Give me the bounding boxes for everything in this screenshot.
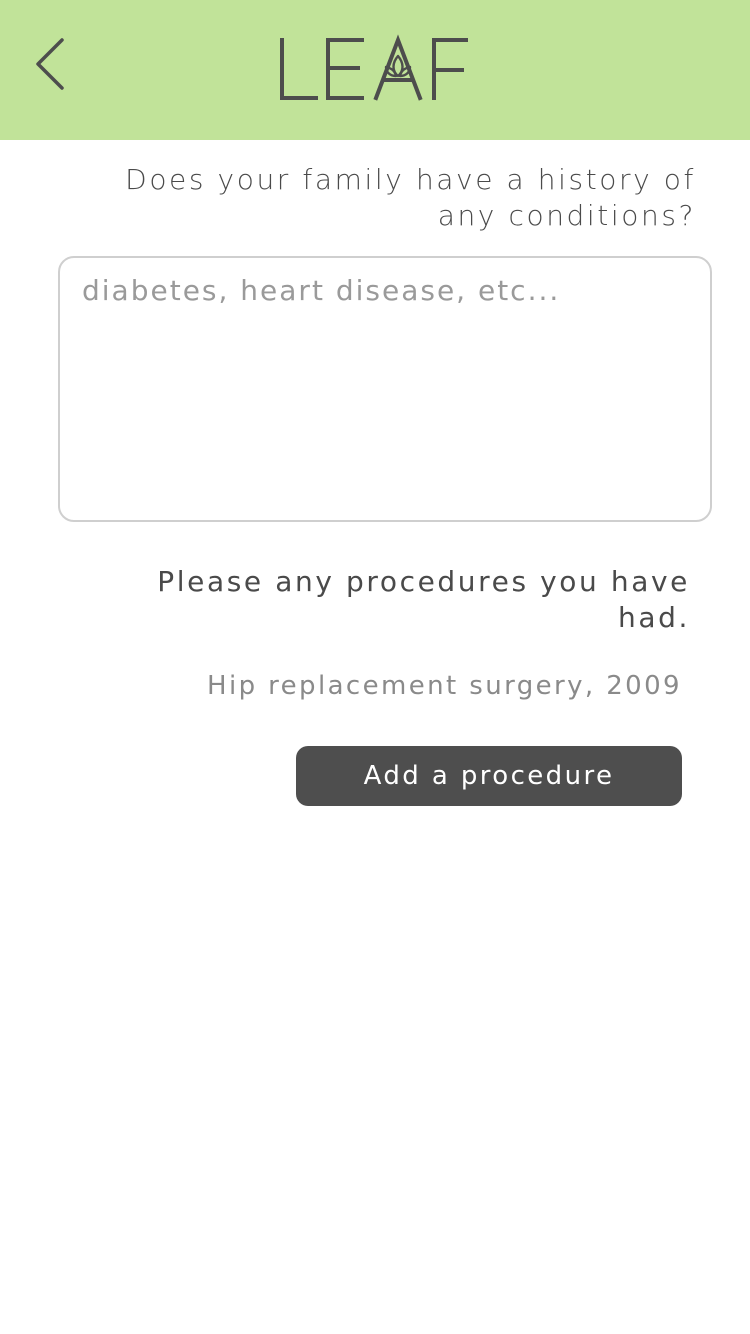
leaf-logo-wordmark [280, 34, 468, 101]
family-history-question: Does your family have a history of any c… [125, 163, 696, 232]
procedure-list-item: Hip replacement surgery, 2009 [207, 671, 682, 701]
leaf-logo [270, 34, 480, 106]
family-history-input[interactable] [58, 256, 712, 522]
app-header [0, 0, 750, 140]
procedures-question: Please any procedures you have had. [157, 565, 690, 634]
chevron-left-icon [36, 38, 64, 90]
back-button[interactable] [24, 30, 80, 96]
add-procedure-button[interactable]: Add a procedure [296, 746, 682, 806]
